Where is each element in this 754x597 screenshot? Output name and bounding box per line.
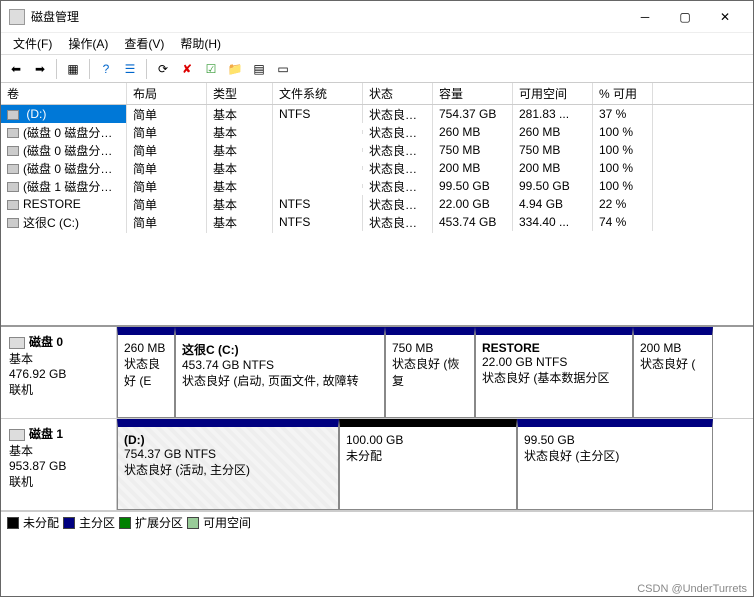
partition[interactable]: 260 MB状态良好 (E — [117, 327, 175, 418]
partition-container: (D:)754.37 GB NTFS状态良好 (活动, 主分区)100.00 G… — [117, 419, 753, 510]
partition[interactable]: 200 MB状态良好 ( — [633, 327, 713, 418]
window-title: 磁盘管理 — [31, 8, 625, 25]
volume-icon — [7, 182, 19, 192]
volume-header: 卷 布局 类型 文件系统 状态 容量 可用空间 % 可用 — [1, 83, 753, 105]
volume-row[interactable]: (D:)简单基本NTFS状态良好 (...754.37 GB281.83 ...… — [1, 105, 753, 123]
legend: 未分配 主分区 扩展分区 可用空间 — [1, 511, 753, 533]
partition[interactable]: (D:)754.37 GB NTFS状态良好 (活动, 主分区) — [117, 419, 339, 510]
legend-extended-label: 扩展分区 — [135, 514, 183, 531]
title-bar: 磁盘管理 ─ ▢ ✕ — [1, 1, 753, 33]
volume-list: 卷 布局 类型 文件系统 状态 容量 可用空间 % 可用 (D:)简单基本NTF… — [1, 83, 753, 327]
menu-view[interactable]: 查看(V) — [116, 33, 172, 54]
volume-icon — [7, 128, 19, 138]
properties-icon[interactable]: ▤ — [248, 58, 270, 80]
forward-icon[interactable]: ➡ — [29, 58, 51, 80]
volume-row[interactable]: (磁盘 0 磁盘分区 6)简单基本状态良好 (...200 MB200 MB10… — [1, 159, 753, 177]
watermark: CSDN @UnderTurrets — [631, 582, 753, 596]
col-free[interactable]: 可用空间 — [513, 83, 593, 104]
menu-file[interactable]: 文件(F) — [5, 33, 60, 54]
help-icon[interactable]: ? — [95, 58, 117, 80]
disk-icon — [9, 429, 25, 441]
volume-icon — [7, 218, 19, 228]
settings-icon[interactable]: ▭ — [272, 58, 294, 80]
partition[interactable]: 99.50 GB状态良好 (主分区) — [517, 419, 713, 510]
legend-primary-icon — [63, 517, 75, 529]
col-percent[interactable]: % 可用 — [593, 83, 653, 104]
app-icon — [9, 9, 25, 25]
volume-row[interactable]: RESTORE简单基本NTFS状态良好 (...22.00 GB4.94 GB2… — [1, 195, 753, 213]
separator — [146, 59, 147, 79]
new-folder-icon[interactable]: 📁 — [224, 58, 246, 80]
partition[interactable]: 这很C (C:)453.74 GB NTFS状态良好 (启动, 页面文件, 故障… — [175, 327, 385, 418]
legend-primary-label: 主分区 — [79, 514, 115, 531]
volume-row[interactable]: (磁盘 0 磁盘分区 1)简单基本状态良好 (...260 MB260 MB10… — [1, 123, 753, 141]
col-capacity[interactable]: 容量 — [433, 83, 513, 104]
list-icon[interactable]: ☰ — [119, 58, 141, 80]
close-button[interactable]: ✕ — [705, 2, 745, 32]
volume-icon — [7, 200, 19, 210]
menu-action[interactable]: 操作(A) — [60, 33, 116, 54]
disk-icon — [9, 337, 25, 349]
col-volume[interactable]: 卷 — [1, 83, 127, 104]
partition[interactable]: RESTORE22.00 GB NTFS状态良好 (基本数据分区 — [475, 327, 633, 418]
col-status[interactable]: 状态 — [363, 83, 433, 104]
disk-header[interactable]: 磁盘 1基本953.87 GB联机 — [1, 419, 117, 510]
refresh-icon[interactable]: ⟳ — [152, 58, 174, 80]
legend-free-icon — [187, 517, 199, 529]
menu-bar: 文件(F) 操作(A) 查看(V) 帮助(H) — [1, 33, 753, 55]
legend-extended-icon — [119, 517, 131, 529]
col-filesystem[interactable]: 文件系统 — [273, 83, 363, 104]
separator — [89, 59, 90, 79]
disk-row: 磁盘 0基本476.92 GB联机260 MB状态良好 (E这很C (C:)45… — [1, 327, 753, 419]
col-layout[interactable]: 布局 — [127, 83, 207, 104]
legend-free-label: 可用空间 — [203, 514, 251, 531]
legend-unallocated-label: 未分配 — [23, 514, 59, 531]
separator — [56, 59, 57, 79]
disk-header[interactable]: 磁盘 0基本476.92 GB联机 — [1, 327, 117, 418]
volume-icon — [7, 110, 19, 120]
delete-icon[interactable]: ✘ — [176, 58, 198, 80]
volume-row[interactable]: (磁盘 1 磁盘分区 2)简单基本状态良好 (...99.50 GB99.50 … — [1, 177, 753, 195]
col-type[interactable]: 类型 — [207, 83, 273, 104]
partition[interactable]: 750 MB状态良好 (恢复 — [385, 327, 475, 418]
toolbar: ⬅ ➡ ▦ ? ☰ ⟳ ✘ ☑ 📁 ▤ ▭ — [1, 55, 753, 83]
minimize-button[interactable]: ─ — [625, 2, 665, 32]
volume-icon — [7, 164, 19, 174]
volume-row[interactable]: 这很C (C:)简单基本NTFS状态良好 (...453.74 GB334.40… — [1, 213, 753, 231]
maximize-button[interactable]: ▢ — [665, 2, 705, 32]
partition[interactable]: 100.00 GB未分配 — [339, 419, 517, 510]
volume-icon — [7, 146, 19, 156]
volume-rows: (D:)简单基本NTFS状态良好 (...754.37 GB281.83 ...… — [1, 105, 753, 325]
legend-unallocated-icon — [7, 517, 19, 529]
volume-row[interactable]: (磁盘 0 磁盘分区 4)简单基本状态良好 (...750 MB750 MB10… — [1, 141, 753, 159]
menu-help[interactable]: 帮助(H) — [172, 33, 229, 54]
columns-icon[interactable]: ▦ — [62, 58, 84, 80]
partition-container: 260 MB状态良好 (E这很C (C:)453.74 GB NTFS状态良好 … — [117, 327, 753, 418]
checkbox-icon[interactable]: ☑ — [200, 58, 222, 80]
disk-row: 磁盘 1基本953.87 GB联机 (D:)754.37 GB NTFS状态良好… — [1, 419, 753, 511]
disk-map: 磁盘 0基本476.92 GB联机260 MB状态良好 (E这很C (C:)45… — [1, 327, 753, 511]
back-icon[interactable]: ⬅ — [5, 58, 27, 80]
